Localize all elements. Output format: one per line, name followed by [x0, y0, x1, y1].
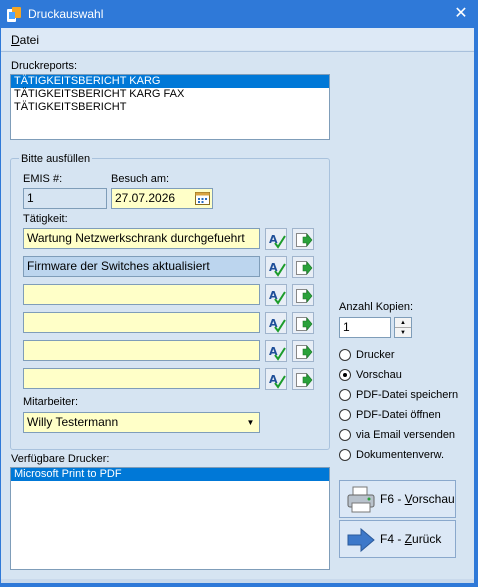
radio-vorschau[interactable]: Vorschau	[339, 368, 478, 384]
spellcheck-icon: A	[269, 373, 286, 389]
insert-text-icon	[296, 261, 313, 275]
taetigkeit-field-3[interactable]	[23, 284, 260, 305]
besuch-date-value: 27.07.2026	[115, 191, 176, 205]
spellcheck-button[interactable]: A	[265, 340, 287, 362]
radio-pdf-oeffnen[interactable]: PDF-Datei öffnen	[339, 408, 478, 424]
spellcheck-icon: A	[269, 289, 286, 305]
radio-email[interactable]: via Email versenden	[339, 428, 478, 444]
spellcheck-icon: A	[269, 317, 286, 333]
radio-drucker[interactable]: Drucker	[339, 348, 478, 364]
insert-text-button[interactable]	[292, 284, 314, 306]
chevron-down-icon[interactable]: ▼	[242, 413, 259, 432]
calendar-icon[interactable]	[195, 191, 210, 206]
reports-listbox[interactable]: TÄTIGKEITSBERICHT KARG TÄTIGKEITSBERICHT…	[10, 74, 330, 140]
report-item[interactable]: TÄTIGKEITSBERICHT KARG FAX	[11, 88, 329, 101]
emis-field: 1	[23, 188, 107, 209]
printers-listbox[interactable]: Microsoft Print to PDF	[10, 467, 330, 570]
insert-text-icon	[296, 345, 313, 359]
spin-down-icon[interactable]: ▼	[395, 328, 411, 338]
back-button-label: F4 - Zurück	[380, 532, 441, 546]
taetigkeit-label: Tätigkeit:	[23, 213, 68, 225]
spellcheck-icon: A	[269, 261, 286, 277]
taetigkeit-field-6[interactable]	[23, 368, 260, 389]
app-icon	[7, 7, 21, 22]
insert-text-button[interactable]	[292, 368, 314, 390]
radio-pdf-oeffnen-label: PDF-Datei öffnen	[356, 409, 441, 421]
insert-text-icon	[296, 233, 313, 247]
menu-divider	[1, 51, 474, 52]
insert-text-icon	[296, 373, 313, 387]
spellcheck-button[interactable]: A	[265, 256, 287, 278]
menu-datei-rest: atei	[19, 33, 40, 47]
insert-text-button[interactable]	[292, 312, 314, 334]
group-title: Bitte ausfüllen	[19, 153, 93, 165]
spin-up-icon[interactable]: ▲	[395, 318, 411, 328]
preview-button-label: F6 - Vorschau	[380, 492, 455, 506]
radio-email-label: via Email versenden	[356, 429, 456, 441]
insert-text-button[interactable]	[292, 228, 314, 250]
radio-dokumentenverw-label: Dokumentenverw.	[356, 449, 445, 461]
insert-text-button[interactable]	[292, 340, 314, 362]
taetigkeit-field-2[interactable]: Firmware der Switches aktualisiert	[23, 256, 260, 277]
preview-rest: orschau	[412, 492, 455, 506]
insert-text-button[interactable]	[292, 256, 314, 278]
spellcheck-button[interactable]: A	[265, 228, 287, 250]
report-item[interactable]: TÄTIGKEITSBERICHT KARG	[11, 75, 329, 88]
besuch-label: Besuch am:	[111, 173, 170, 185]
spellcheck-button[interactable]: A	[265, 312, 287, 334]
spellcheck-icon: A	[269, 345, 286, 361]
preview-button[interactable]: F6 - Vorschau	[339, 480, 456, 518]
spellcheck-button[interactable]: A	[265, 368, 287, 390]
dialog-client: Datei Druckreports: TÄTIGKEITSBERICHT KA…	[1, 28, 474, 583]
menu-bar: Datei	[1, 28, 474, 50]
title-bar[interactable]: Druckauswahl ✕	[0, 0, 478, 28]
copies-label: Anzahl Kopien:	[339, 301, 413, 313]
besuch-date-field[interactable]: 27.07.2026	[111, 188, 213, 209]
emis-label: EMIS #:	[23, 173, 63, 185]
back-hotkey: Z	[404, 532, 413, 546]
spellcheck-button[interactable]: A	[265, 284, 287, 306]
printer-icon	[347, 486, 375, 513]
close-icon: ✕	[454, 5, 468, 22]
back-prefix: F4 -	[380, 532, 405, 546]
radio-drucker-label: Drucker	[356, 349, 395, 361]
back-button[interactable]: F4 - Zurück	[339, 520, 456, 558]
printers-label: Verfügbare Drucker:	[11, 453, 110, 465]
radio-dokumentenverw[interactable]: Dokumentenverw.	[339, 448, 478, 464]
status-bar	[1, 579, 474, 583]
taetigkeit-field-1[interactable]: Wartung Netzwerkschrank durchgefuehrt	[23, 228, 260, 249]
mitarbeiter-combo[interactable]: Willy Testermann ▼	[23, 412, 260, 433]
arrow-right-icon	[347, 527, 375, 553]
insert-text-icon	[296, 289, 313, 303]
preview-prefix: F6 -	[380, 492, 405, 506]
dialog-window: Druckauswahl ✕ Datei Druckreports: TÄTIG…	[0, 0, 478, 587]
copies-input[interactable]: 1	[339, 317, 391, 338]
spellcheck-icon: A	[269, 233, 286, 249]
mitarbeiter-label: Mitarbeiter:	[23, 396, 79, 408]
radio-vorschau-label: Vorschau	[356, 369, 402, 381]
printer-item[interactable]: Microsoft Print to PDF	[11, 468, 329, 481]
window-title: Druckauswahl	[28, 7, 104, 21]
back-rest: urück	[412, 532, 442, 546]
reports-label: Druckreports:	[11, 60, 78, 72]
taetigkeit-field-4[interactable]	[23, 312, 260, 333]
preview-hotkey: V	[404, 492, 413, 506]
radio-pdf-speichern[interactable]: PDF-Datei speichern	[339, 388, 478, 404]
close-button[interactable]: ✕	[448, 2, 474, 26]
taetigkeit-field-5[interactable]	[23, 340, 260, 361]
copies-stepper[interactable]: ▲ ▼	[394, 317, 412, 338]
menu-datei[interactable]: Datei	[11, 33, 39, 47]
report-item[interactable]: TÄTIGKEITSBERICHT	[11, 101, 329, 114]
radio-pdf-speichern-label: PDF-Datei speichern	[356, 389, 459, 401]
mitarbeiter-value: Willy Testermann	[27, 415, 119, 429]
insert-text-icon	[296, 317, 313, 331]
menu-datei-hotkey: D	[11, 33, 20, 47]
